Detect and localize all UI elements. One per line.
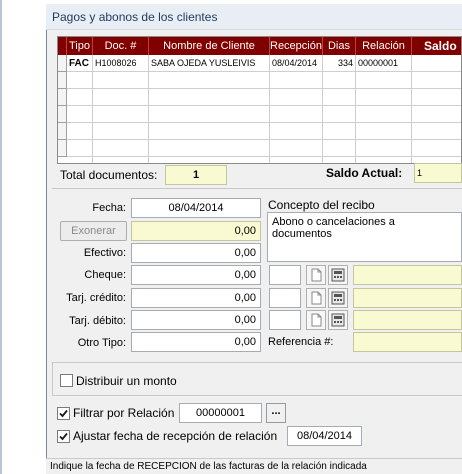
distribuir-checkbox[interactable] [60, 374, 73, 387]
credito-calculator-icon[interactable] [328, 288, 348, 308]
col-header-saldo[interactable]: Saldo [412, 37, 461, 55]
total-documentos-value: 1 [165, 165, 227, 185]
ajustar-label[interactable]: Ajustar fecha de recepción de relación [73, 429, 277, 443]
tarj-debito-label: Tarj. débito: [69, 315, 126, 327]
concepto-textarea[interactable]: Abono o cancelaciones a documentos [267, 212, 462, 262]
filtrar-label[interactable]: Filtrar por Relación [73, 406, 174, 420]
referencia-label: Referencia #: [268, 336, 334, 348]
cheque-document-icon[interactable] [306, 265, 326, 285]
credito-number-input[interactable] [353, 288, 462, 308]
cheque-input[interactable]: 0,00 [131, 265, 261, 285]
otro-tipo-label: Otro Tipo: [77, 337, 126, 349]
cell-dias[interactable]: 334 [323, 55, 356, 72]
cell-doc[interactable]: H1008026 [93, 55, 149, 72]
col-header-dias[interactable]: Dias [323, 37, 356, 55]
filtrar-input[interactable]: 00000001 [179, 403, 262, 423]
tarj-credito-input[interactable]: 0,00 [131, 288, 261, 308]
debito-document-icon[interactable] [306, 310, 326, 330]
cell-recepcion[interactable]: 08/04/2014 [270, 55, 323, 72]
col-header-tipo[interactable]: Tipo [67, 37, 93, 55]
grid-corner [58, 37, 67, 55]
row-indicator[interactable] [58, 72, 67, 89]
concepto-label: Concepto del recibo [268, 198, 375, 212]
row-indicator[interactable] [58, 55, 67, 72]
background-window-edge [0, 0, 2, 474]
total-documentos-label: Total documentos: [60, 168, 158, 182]
status-bar: Indique la fecha de RECEPCION de las fac… [46, 458, 462, 474]
row-indicator[interactable] [58, 106, 67, 123]
col-header-nombre[interactable]: Nombre de Cliente [149, 37, 270, 55]
exonerar-button[interactable]: Exonerar [60, 221, 127, 241]
tarj-debito-input[interactable]: 0,00 [131, 310, 261, 330]
tarj-credito-label: Tarj. crédito: [66, 292, 126, 304]
efectivo-input[interactable]: 0,00 [131, 243, 261, 263]
cheque-bank-input[interactable] [269, 265, 301, 285]
exonerar-input[interactable]: 0,00 [131, 221, 261, 241]
cell-relacion[interactable]: 00000001 [356, 55, 412, 72]
efectivo-label: Efectivo: [83, 247, 126, 259]
cell-saldo[interactable] [412, 55, 461, 72]
ajustar-checkbox[interactable] [57, 430, 70, 443]
col-header-relacion[interactable]: Relación [356, 37, 412, 55]
saldo-actual-label: Saldo Actual: [326, 166, 403, 180]
ajustar-date-input[interactable]: 08/04/2014 [287, 426, 362, 446]
cell-nombre[interactable]: SABA OJEDA YUSLEIVIS [149, 55, 270, 72]
row-indicator[interactable] [58, 123, 67, 140]
distribuir-label[interactable]: Distribuir un monto [76, 374, 177, 388]
row-indicator[interactable] [58, 89, 67, 106]
row-indicator[interactable] [58, 140, 67, 157]
cheque-number-input[interactable] [353, 265, 462, 285]
fecha-label: Fecha: [92, 202, 126, 214]
cell-tipo[interactable]: FAC [67, 55, 93, 72]
cheque-label: Cheque: [84, 269, 126, 281]
otro-tipo-input[interactable]: 0,00 [131, 332, 261, 352]
browse-button[interactable]: ... [266, 403, 286, 423]
saldo-actual-value: 1 [414, 163, 462, 183]
debito-bank-input[interactable] [269, 310, 301, 330]
separator [52, 188, 462, 189]
col-header-recepcion[interactable]: Recepción [270, 37, 323, 55]
referencia-input[interactable] [353, 332, 462, 352]
documents-grid: Tipo Doc. # Nombre de Cliente Recepción … [57, 36, 462, 164]
window-title: Pagos y abonos de los clientes [46, 4, 462, 30]
debito-number-input[interactable] [353, 310, 462, 330]
empty-grid-rows[interactable] [67, 72, 461, 163]
col-header-doc[interactable]: Doc. # [93, 37, 149, 55]
credito-bank-input[interactable] [269, 288, 301, 308]
fecha-input[interactable]: 08/04/2014 [131, 198, 261, 218]
filtrar-checkbox[interactable] [57, 407, 70, 420]
credito-document-icon[interactable] [306, 288, 326, 308]
cheque-calculator-icon[interactable] [328, 265, 348, 285]
debito-calculator-icon[interactable] [328, 310, 348, 330]
